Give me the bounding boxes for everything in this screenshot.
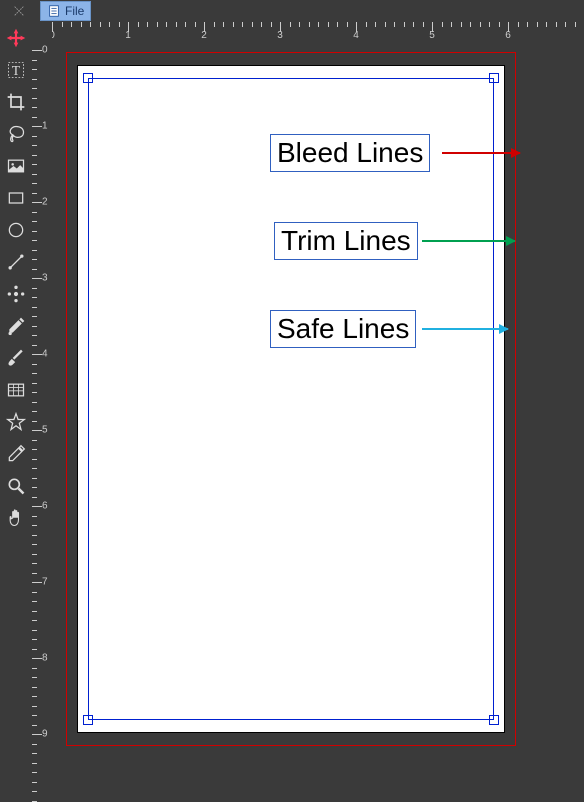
document-tab[interactable]: File — [40, 1, 91, 21]
zoom-icon — [6, 476, 26, 496]
text-tool[interactable]: T — [2, 56, 30, 84]
eyedropper-fill-tool[interactable] — [2, 312, 30, 340]
table-tool[interactable] — [2, 376, 30, 404]
crop-tool[interactable] — [2, 88, 30, 116]
lasso-icon — [6, 124, 26, 144]
image-tool[interactable] — [2, 152, 30, 180]
close-icon — [12, 4, 26, 18]
bleed-label[interactable]: Bleed Lines — [270, 134, 430, 172]
eyedropper-tool[interactable] — [2, 440, 30, 468]
crop-icon — [6, 92, 26, 112]
ellipse-icon — [6, 220, 26, 240]
move-tool[interactable] — [2, 24, 30, 52]
star-icon — [6, 412, 26, 432]
star-tool[interactable] — [2, 408, 30, 436]
horizontal-ruler: 0123456 — [32, 22, 584, 42]
trim-arrow — [422, 240, 515, 242]
zoom-tool[interactable] — [2, 472, 30, 500]
lasso-tool[interactable] — [2, 120, 30, 148]
brush-icon — [6, 348, 26, 368]
safe-arrow — [422, 328, 508, 330]
safe-label[interactable]: Safe Lines — [270, 310, 416, 348]
ruler-corner — [32, 22, 52, 42]
ellipse-tool[interactable] — [2, 216, 30, 244]
nodes-tool[interactable] — [2, 280, 30, 308]
image-icon — [6, 156, 26, 176]
safe-rect — [88, 78, 494, 720]
brush-tool[interactable] — [2, 344, 30, 372]
hand-icon — [6, 508, 26, 528]
eyedropper-icon — [6, 444, 26, 464]
hand-tool[interactable] — [2, 504, 30, 532]
document-icon — [47, 4, 61, 18]
line-icon — [6, 252, 26, 272]
move-icon — [6, 28, 26, 48]
rectangle-tool[interactable] — [2, 184, 30, 212]
line-tool[interactable] — [2, 248, 30, 276]
text-icon: T — [6, 60, 26, 80]
nodes-icon — [6, 284, 26, 304]
table-icon — [6, 380, 26, 400]
trim-label[interactable]: Trim Lines — [274, 222, 418, 260]
eyedropper-fill-icon — [6, 316, 26, 336]
rectangle-icon — [6, 188, 26, 208]
tab-title: File — [65, 4, 84, 18]
canvas-area[interactable]: Bleed Lines Trim Lines Safe Lines — [52, 42, 584, 762]
close-tab-button[interactable] — [0, 0, 38, 22]
left-toolbar: T — [0, 22, 32, 762]
bleed-arrow — [442, 152, 520, 154]
title-bar: File — [0, 0, 584, 22]
vertical-ruler: 0123456789 — [32, 42, 52, 762]
svg-text:T: T — [12, 63, 20, 78]
